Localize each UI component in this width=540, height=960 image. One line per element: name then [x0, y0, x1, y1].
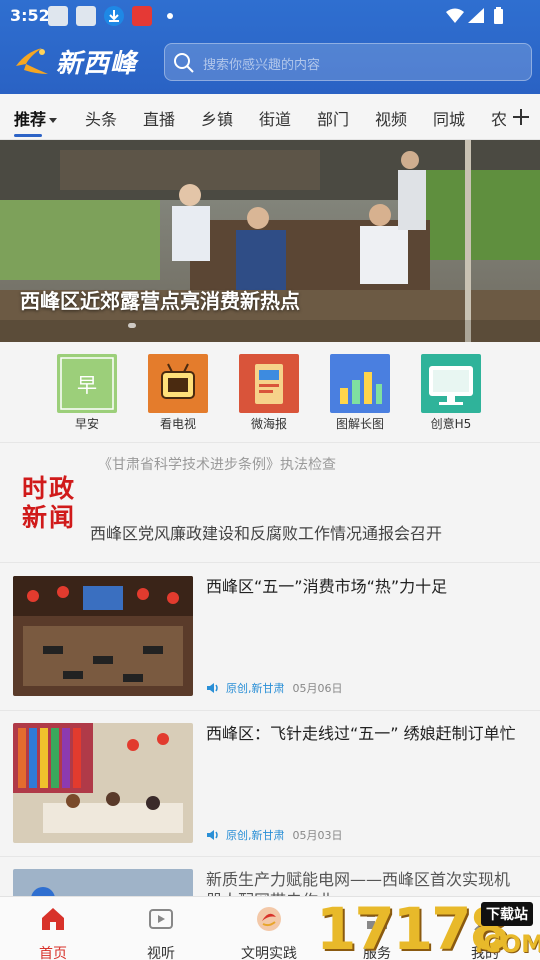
quick-entry-label: 微海报	[250, 417, 287, 431]
infographic-icon	[330, 354, 390, 413]
logo-icon	[16, 48, 48, 74]
signal-icon	[468, 8, 484, 23]
politics-headline[interactable]: 西峰区党风廉政建设和反腐败工作情况通报会召开	[90, 520, 442, 544]
nav-home[interactable]: 首页	[8, 905, 98, 960]
news-thumbnail	[13, 869, 193, 897]
tab-headlines[interactable]: 头条	[85, 106, 117, 130]
poster-icon	[239, 354, 299, 413]
news-date: 05月03日	[292, 829, 343, 842]
battery-icon	[494, 9, 503, 24]
tab-departments[interactable]: 部门	[317, 106, 349, 130]
status-time: 3:52	[10, 6, 50, 25]
news-meta: 原创,新甘肃 05月03日	[206, 827, 343, 843]
more-notifications-icon	[167, 13, 173, 19]
news-title: 新质生产力赋能电网——西峰区首次实现机器人配网带电作业	[206, 870, 511, 897]
audio-icon[interactable]	[206, 829, 220, 841]
quick-entry-label: 早安	[74, 417, 99, 431]
watermark-badge: 下载站	[481, 902, 533, 926]
news-item[interactable]: 新质生产力赋能电网——西峰区首次实现机器人配网带电作业	[0, 857, 540, 897]
quick-entry-label: 看电视	[159, 417, 196, 431]
h5-icon	[421, 354, 481, 413]
video-icon	[149, 909, 173, 929]
carousel-dot[interactable]	[128, 323, 136, 328]
politics-news-logo: 时政 新闻	[22, 474, 77, 532]
morning-icon: 早	[57, 354, 117, 413]
news-date: 05月06日	[292, 682, 343, 695]
quick-entry-label: 图解长图	[335, 417, 384, 431]
search-placeholder: 搜索你感兴趣的内容	[203, 58, 321, 73]
notification-app-icon	[76, 6, 96, 26]
nav-media[interactable]: 视听	[116, 905, 206, 960]
civilization-icon	[257, 907, 281, 931]
politics-news-block[interactable]: 时政 新闻 《甘肃省科学技术进步条例》执法检查 西峰区党风廉政建设和反腐败工作情…	[0, 444, 540, 562]
tab-towns[interactable]: 乡镇	[201, 106, 233, 130]
hero-banner[interactable]: 西峰区近郊露营点亮消费新热点	[0, 140, 540, 342]
quick-entry-tv[interactable]: 看电视	[143, 354, 213, 432]
plus-icon	[513, 109, 529, 125]
news-meta: 原创,新甘肃 05月06日	[206, 680, 343, 696]
nav-label: 首页	[39, 946, 67, 960]
home-icon	[42, 908, 64, 930]
active-tab-indicator	[14, 134, 42, 137]
watermark-suffix: .COM	[474, 930, 540, 958]
notification-app-icon	[48, 6, 68, 26]
news-title: 西峰区：飞针走线过“五一” 绣娘赶制订单忙	[206, 724, 516, 743]
quick-entry-poster[interactable]: 微海报	[234, 354, 304, 432]
tab-local[interactable]: 同城	[433, 106, 465, 130]
banner-title: 西峰区近郊露营点亮消费新热点	[20, 289, 300, 313]
tab-recommend[interactable]: 推荐	[14, 106, 58, 130]
tab-agriculture[interactable]: 农	[491, 106, 507, 130]
section-divider	[0, 442, 540, 443]
wifi-icon	[446, 8, 464, 23]
news-thumbnail	[13, 576, 193, 696]
notification-app-icon	[132, 6, 152, 26]
quick-entries: 早 早安 看电视 微海报 图解长图 创意H5	[0, 342, 540, 440]
channel-tabs: 推荐 头条 直播 乡镇 街道 部门 视频 同城 农	[0, 94, 540, 140]
section-divider	[0, 562, 540, 563]
download-icon	[104, 6, 124, 26]
tab-streets[interactable]: 街道	[259, 106, 291, 130]
app-logo: 新西峰	[12, 44, 138, 79]
quick-entry-h5[interactable]: 创意H5	[416, 354, 486, 432]
add-channel-button[interactable]	[506, 94, 540, 139]
search-box[interactable]: 搜索你感兴趣的内容	[164, 43, 532, 81]
news-item[interactable]: 西峰区“五一”消费市场“热”力十足 原创,新甘肃 05月06日	[0, 564, 540, 710]
app-name: 新西峰	[56, 48, 138, 79]
tv-icon	[148, 354, 208, 413]
news-item[interactable]: 西峰区：飞针走线过“五一” 绣娘赶制订单忙 原创,新甘肃 05月03日	[0, 711, 540, 857]
system-status-icons	[444, 6, 508, 30]
nav-label: 视听	[147, 946, 175, 960]
caret-down-icon	[49, 118, 58, 123]
news-thumbnail	[13, 723, 193, 843]
tab-video[interactable]: 视频	[375, 106, 407, 130]
quick-entry-label: 创意H5	[430, 417, 472, 431]
audio-icon[interactable]	[206, 682, 220, 694]
tab-live[interactable]: 直播	[143, 106, 175, 130]
nav-label: 文明实践	[241, 946, 297, 960]
politics-headline-previous: 《甘肃省科学技术进步条例》执法检查	[98, 457, 336, 473]
search-icon	[174, 53, 194, 73]
news-title: 西峰区“五一”消费市场“热”力十足	[206, 577, 448, 596]
status-bar: 3:52	[0, 0, 540, 32]
svg-text:早: 早	[77, 373, 97, 397]
quick-entry-morning[interactable]: 早 早安	[52, 354, 122, 432]
news-source: 原创,新甘肃	[226, 829, 285, 842]
nav-civilization[interactable]: 文明实践	[224, 905, 314, 960]
quick-entry-infographic[interactable]: 图解长图	[325, 354, 395, 432]
news-source: 原创,新甘肃	[226, 682, 285, 695]
site-watermark: 17178 下载站 .COM	[316, 896, 540, 960]
app-header: 3:52 新西峰 搜索你感兴趣的内容	[0, 0, 540, 94]
